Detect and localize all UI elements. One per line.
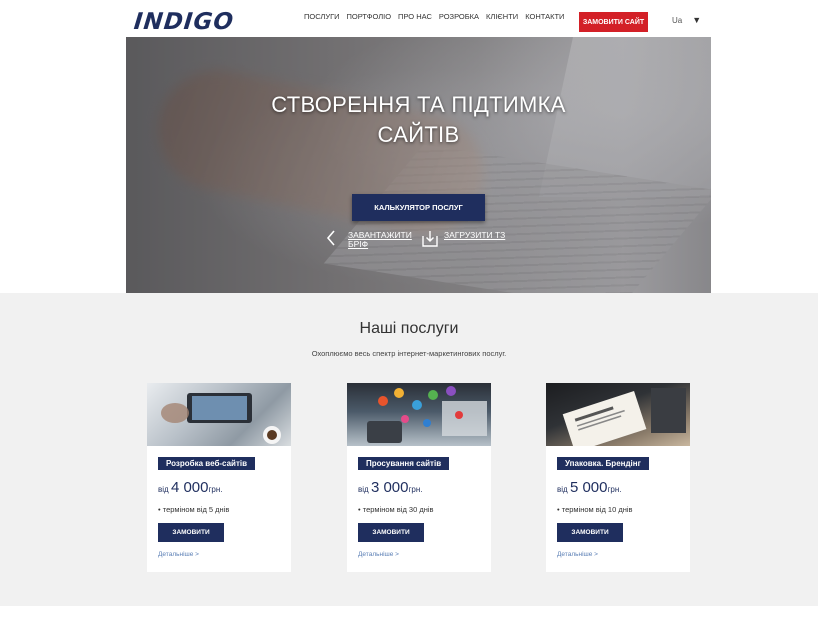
main-nav: ПОСЛУГИ ПОРТФОЛІО ПРО НАС РОЗРОБКА КЛІЄН… <box>304 12 564 21</box>
hero-banner: СТВОРЕННЯ ТА ПІДТИМКА САЙТІВ КАЛЬКУЛЯТОР… <box>126 37 711 293</box>
order-site-button[interactable]: ЗАМОВИТИ САЙТ <box>579 12 648 32</box>
service-card-web-dev: Розробка веб-сайтів від 4 000грн. • терм… <box>147 383 291 572</box>
service-term: • терміном від 30 днів <box>358 505 434 514</box>
service-price: від 4 000грн. <box>158 479 223 496</box>
service-name: Розробка веб-сайтів <box>158 457 256 470</box>
site-header: INDIGO ПОСЛУГИ ПОРТФОЛІО ПРО НАС РОЗРОБК… <box>126 0 711 37</box>
nav-item-development[interactable]: РОЗРОБКА <box>439 12 479 21</box>
hero-title: СТВОРЕННЯ ТА ПІДТИМКА САЙТІВ <box>271 92 566 147</box>
service-card-promotion: Просування сайтів від 3 000грн. • термін… <box>347 383 491 572</box>
download-icon <box>326 230 335 246</box>
service-image-business-cards <box>546 383 690 446</box>
details-link[interactable]: Детальніше > <box>358 551 399 558</box>
order-button[interactable]: ЗАМОВИТИ <box>358 523 424 542</box>
nav-item-portfolio[interactable]: ПОРТФОЛІО <box>347 12 392 21</box>
upload-icon <box>422 231 438 247</box>
services-title: Наші послуги <box>359 320 459 337</box>
nav-item-services[interactable]: ПОСЛУГИ <box>304 12 340 21</box>
service-image-tablet <box>147 383 291 446</box>
services-subtitle: Охоплюємо весь спектр інтернет-маркетинг… <box>311 349 507 358</box>
nav-item-clients[interactable]: КЛІЄНТИ <box>486 12 518 21</box>
order-button[interactable]: ЗАМОВИТИ <box>557 523 623 542</box>
nav-item-contacts[interactable]: КОНТАКТИ <box>525 12 564 21</box>
nav-item-about[interactable]: ПРО НАС <box>398 12 432 21</box>
calculator-button[interactable]: КАЛЬКУЛЯТОР ПОСЛУГ <box>352 194 485 221</box>
details-link[interactable]: Детальніше > <box>158 551 199 558</box>
service-price: від 5 000грн. <box>557 479 622 496</box>
language-label: Ua <box>672 15 683 25</box>
details-link[interactable]: Детальніше > <box>557 551 598 558</box>
service-card-branding: Упаковка. Брендінг від 5 000грн. • термі… <box>546 383 690 572</box>
logo[interactable]: INDIGO <box>133 9 236 35</box>
order-button[interactable]: ЗАМОВИТИ <box>158 523 224 542</box>
service-price: від 3 000грн. <box>358 479 423 496</box>
service-term: • терміном від 5 днів <box>158 505 230 514</box>
language-selector[interactable]: Ua ▼ <box>672 15 701 25</box>
service-term: • терміном від 10 днів <box>557 505 633 514</box>
service-name: Упаковка. Брендінг <box>557 457 649 470</box>
service-name: Просування сайтів <box>358 457 450 470</box>
service-image-network <box>347 383 491 446</box>
services-section: Наші послуги Охоплюємо весь спектр інтер… <box>0 293 818 606</box>
caret-down-icon: ▼ <box>692 15 702 25</box>
